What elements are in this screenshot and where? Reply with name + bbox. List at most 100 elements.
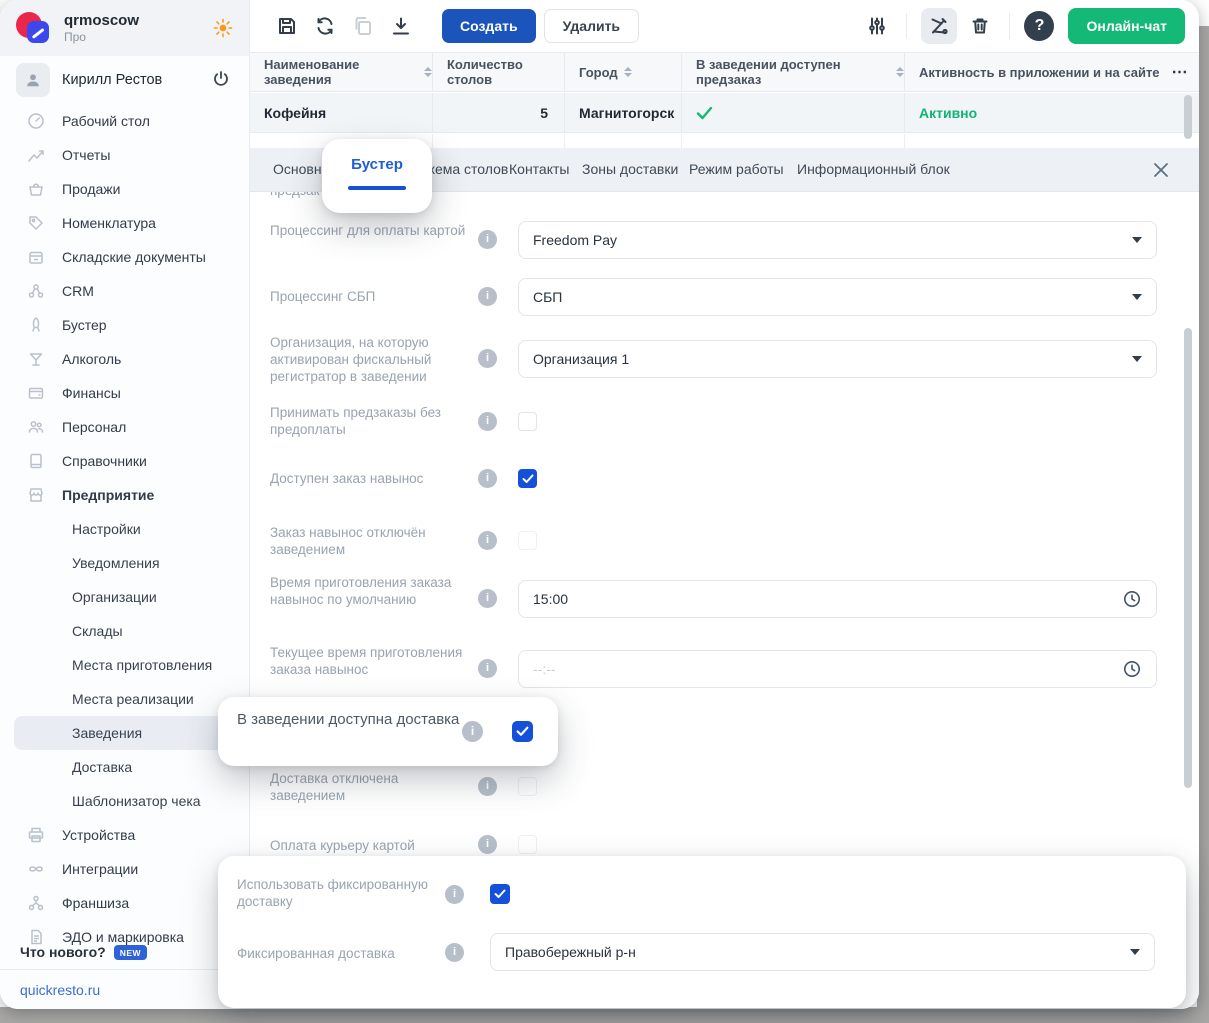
create-button[interactable]: Создать: [442, 9, 536, 43]
info-icon[interactable]: i: [478, 287, 497, 306]
fiscal-organization-select[interactable]: Организация 1: [518, 340, 1157, 378]
window-edge-bottom: [0, 1007, 1209, 1023]
sidebar-item-integrations[interactable]: Интеграции: [0, 852, 249, 886]
sidebar-item-sales[interactable]: Продажи: [0, 172, 249, 206]
sidebar-item-alcohol[interactable]: Алкоголь: [0, 342, 249, 376]
preorder-no-prepay-checkbox[interactable]: [518, 412, 537, 431]
avatar: [16, 63, 50, 97]
takeaway-available-checkbox[interactable]: [518, 469, 537, 488]
martini-icon: [26, 349, 46, 369]
copy-icon[interactable]: [352, 15, 374, 37]
close-icon[interactable]: [1151, 160, 1171, 180]
sidebar-item-warehouse-docs[interactable]: Складские документы: [0, 240, 249, 274]
sidebar-item-receipt-template[interactable]: Шаблонизатор чека: [0, 784, 249, 818]
sidebar-item-staff[interactable]: Персонал: [0, 410, 249, 444]
column-header-venue-name[interactable]: Наименование заведения: [250, 53, 433, 91]
sidebar-item-prep-places[interactable]: Места приготовления: [0, 648, 249, 682]
sidebar-item-venues[interactable]: Заведения: [14, 716, 235, 750]
sidebar-header: qrmoscow Про: [0, 0, 249, 56]
delete-button[interactable]: Удалить: [543, 9, 640, 43]
book-icon: [26, 451, 46, 471]
sidebar-item-directories[interactable]: Справочники: [0, 444, 249, 478]
crm-icon: [26, 281, 46, 301]
user-row: Кирилл Рестов: [0, 56, 249, 104]
takeaway-disabled-checkbox[interactable]: [518, 531, 537, 550]
logout-power-icon[interactable]: [211, 69, 231, 94]
sidebar-item-booster[interactable]: Бустер: [0, 308, 249, 342]
whats-new-link[interactable]: Что нового? NEW: [0, 935, 249, 969]
column-header-tables-count[interactable]: Количество столов: [433, 53, 565, 91]
tools-button[interactable]: [921, 8, 958, 44]
sidebar-item-settings[interactable]: Настройки: [0, 512, 249, 546]
sidebar-item-organizations[interactable]: Организации: [0, 580, 249, 614]
site-link[interactable]: quickresto.ru: [0, 969, 249, 1009]
default-takeaway-time-input[interactable]: 15:00: [518, 580, 1157, 618]
info-icon[interactable]: i: [478, 835, 497, 854]
info-icon[interactable]: i: [478, 469, 497, 488]
info-icon[interactable]: i: [478, 412, 497, 431]
save-icon[interactable]: [276, 15, 298, 37]
card-processing-select[interactable]: Freedom Pay: [518, 221, 1157, 259]
sort-icon[interactable]: [424, 67, 432, 77]
column-header-city[interactable]: Город: [565, 53, 682, 91]
use-fixed-delivery-checkbox[interactable]: [490, 884, 510, 904]
fixed-delivery-select[interactable]: Правобережный р-н: [490, 933, 1155, 971]
sidebar-item-warehouses[interactable]: Склады: [0, 614, 249, 648]
sidebar-item-franchise[interactable]: Франшиза: [0, 886, 249, 920]
people-icon: [26, 417, 46, 437]
reports-icon: [26, 145, 46, 165]
chevron-down-icon: [1132, 237, 1142, 243]
sidebar-item-delivery[interactable]: Доставка: [0, 750, 249, 784]
scrollbar-thumb[interactable]: [1184, 328, 1192, 788]
courier-card-payment-checkbox[interactable]: [518, 835, 537, 854]
tab-delivery-zones[interactable]: Зоны доставки: [582, 161, 678, 177]
info-icon[interactable]: i: [445, 943, 464, 962]
theme-sun-icon[interactable]: [213, 18, 233, 43]
info-icon[interactable]: i: [462, 721, 483, 742]
clipped-label-fragment: предзак: [270, 192, 320, 198]
sidebar-item-reports[interactable]: Отчеты: [0, 138, 249, 172]
column-header-preorder[interactable]: В заведении доступен предзаказ: [682, 53, 905, 91]
refresh-icon[interactable]: [314, 15, 336, 37]
info-icon[interactable]: i: [445, 885, 464, 904]
sort-icon[interactable]: [623, 67, 632, 77]
column-settings-icon[interactable]: [866, 15, 888, 37]
column-menu-icon[interactable]: ⋯: [1172, 62, 1190, 82]
trash-icon[interactable]: [969, 15, 991, 37]
sidebar-item-crm[interactable]: CRM: [0, 274, 249, 308]
column-header-activity[interactable]: Активность в приложении и на сайте ⋯: [905, 53, 1199, 91]
info-icon[interactable]: i: [478, 531, 497, 550]
scrollbar-thumb[interactable]: [1184, 95, 1192, 139]
sidebar-item-notifications[interactable]: Уведомления: [0, 546, 249, 580]
brand-plan: Про: [64, 30, 86, 44]
franchise-icon: [26, 893, 46, 913]
sidebar-item-sale-places[interactable]: Места реализации: [0, 682, 249, 716]
info-icon[interactable]: i: [478, 589, 497, 608]
tab-booster[interactable]: Бустер: [322, 156, 432, 173]
box-icon: [26, 247, 46, 267]
tab-info-block[interactable]: Информационный блок: [797, 161, 950, 177]
info-icon[interactable]: i: [478, 777, 497, 796]
sidebar-item-finance[interactable]: Финансы: [0, 376, 249, 410]
sbp-processing-select[interactable]: СБП: [518, 278, 1157, 316]
basket-icon: [26, 179, 46, 199]
info-icon[interactable]: i: [478, 659, 497, 678]
sidebar-item-devices[interactable]: Устройства: [0, 818, 249, 852]
sidebar-item-nomenclature[interactable]: Номенклатура: [0, 206, 249, 240]
download-icon[interactable]: [390, 15, 412, 37]
online-chat-button[interactable]: Онлайн-чат: [1068, 8, 1185, 44]
delivery-available-checkbox[interactable]: [512, 721, 533, 742]
sort-icon[interactable]: [896, 67, 904, 77]
booster-tab-callout: Бустер: [322, 139, 432, 213]
table-row[interactable]: Кофейня 5 Магнитогорск Активно: [250, 93, 1199, 133]
delivery-disabled-checkbox[interactable]: [518, 777, 537, 796]
info-icon[interactable]: i: [478, 230, 497, 249]
sidebar-item-enterprise[interactable]: Предприятие: [0, 478, 249, 512]
info-icon[interactable]: i: [478, 349, 497, 368]
current-takeaway-time-input[interactable]: --:--: [518, 650, 1157, 688]
tab-work-mode[interactable]: Режим работы: [689, 161, 784, 177]
sidebar-footer: Что нового? NEW quickresto.ru: [0, 935, 249, 1009]
sidebar-item-dashboard[interactable]: Рабочий стол: [0, 104, 249, 138]
help-button[interactable]: ?: [1024, 11, 1055, 41]
tab-contacts[interactable]: Контакты: [509, 161, 569, 177]
